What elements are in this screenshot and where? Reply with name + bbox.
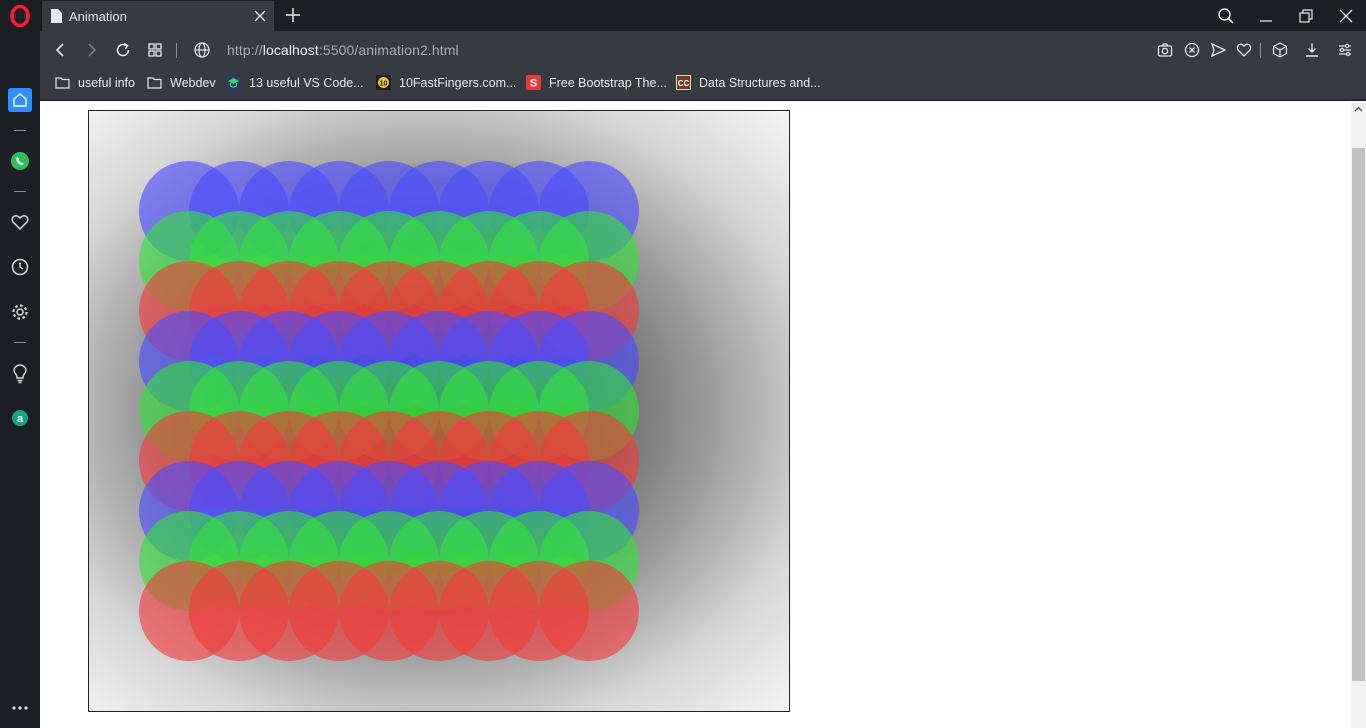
reload-icon[interactable] [114, 41, 132, 59]
svg-text:a: a [17, 413, 24, 425]
tab-title: Animation [69, 8, 127, 24]
cc-logo-icon: CC [676, 75, 691, 90]
bookmark-vscode[interactable]: 13 useful VS Code... [226, 75, 364, 90]
speed-dial-icon[interactable] [146, 41, 164, 59]
animation-canvas[interactable] [88, 110, 790, 712]
tab-animation[interactable]: Animation [42, 1, 274, 31]
page-viewport [40, 101, 1366, 728]
url-field[interactable]: http://localhost:5500/animation2.html [227, 42, 459, 58]
back-icon[interactable] [52, 41, 70, 59]
heart-icon[interactable] [8, 210, 32, 234]
url-scheme: http:// [227, 42, 263, 58]
folder-icon [55, 77, 70, 89]
sidebar: a [0, 0, 40, 728]
close-tab-icon[interactable] [252, 8, 268, 24]
vertical-scrollbar[interactable] [1351, 101, 1366, 728]
more-icon[interactable] [8, 696, 32, 720]
minimize-icon[interactable] [1246, 0, 1286, 31]
bookmark-label: useful info [78, 75, 135, 90]
bookmark-useful-info[interactable]: useful info [55, 75, 135, 90]
circle [539, 561, 639, 661]
new-tab-icon[interactable] [284, 6, 302, 24]
globe-icon[interactable] [193, 41, 211, 59]
home-icon[interactable] [8, 88, 32, 112]
url-path: :5500/animation2.html [318, 42, 459, 58]
toolbar-divider [1260, 43, 1261, 58]
svg-text:10: 10 [380, 81, 388, 88]
sidebar-divider [14, 130, 26, 131]
page-icon [51, 9, 62, 23]
camera-icon[interactable] [1157, 42, 1173, 58]
bookmark-data-structures[interactable]: CC Data Structures and... [676, 75, 821, 90]
easy-setup-icon[interactable] [1337, 42, 1353, 58]
download-icon[interactable] [1304, 42, 1320, 58]
bookmark-free-bootstrap[interactable]: S Free Bootstrap The... [526, 75, 667, 90]
address-bar: http://localhost:5500/animation2.html [40, 31, 1366, 69]
opera-logo-icon[interactable] [8, 4, 32, 28]
bookmark-webdev[interactable]: Webdev [147, 75, 216, 90]
bookmark-label: 10FastFingers.com... [399, 75, 517, 90]
scrollbar-thumb[interactable] [1352, 148, 1365, 681]
s-logo-icon: S [526, 75, 541, 90]
address-divider [176, 43, 177, 58]
sidebar-divider [14, 342, 26, 343]
aria-icon[interactable]: a [8, 406, 32, 430]
svg-text:CC: CC [678, 79, 690, 88]
graduation-cap-icon [226, 75, 241, 90]
settings-icon[interactable] [8, 300, 32, 324]
bookmark-label: Free Bootstrap The... [549, 75, 667, 90]
bookmarks-bar: useful info Webdev 13 useful VS Code... … [40, 69, 1366, 100]
bookmark-10fastfingers[interactable]: 10 10FastFingers.com... [376, 75, 516, 90]
forward-icon[interactable] [82, 41, 100, 59]
keyboard-badge-icon: 10 [376, 75, 391, 90]
scroll-down-arrow[interactable] [1351, 712, 1366, 728]
bookmark-heart-icon[interactable] [1236, 42, 1252, 58]
bookmark-label: Data Structures and... [699, 75, 821, 90]
whatsapp-icon[interactable] [8, 149, 32, 173]
restore-icon[interactable] [1286, 0, 1326, 31]
close-window-icon[interactable] [1326, 0, 1366, 31]
sidebar-divider [14, 191, 26, 192]
bookmark-label: 13 useful VS Code... [249, 75, 364, 90]
ad-block-icon[interactable] [1184, 42, 1200, 58]
circle-grid [139, 161, 639, 661]
svg-text:S: S [530, 78, 537, 90]
bookmark-label: Webdev [170, 75, 216, 90]
url-host: localhost [262, 42, 319, 58]
folder-icon [147, 77, 162, 89]
history-icon[interactable] [8, 255, 32, 279]
extensions-cube-icon[interactable] [1272, 42, 1288, 58]
tab-strip: Animation [40, 0, 1366, 31]
lightbulb-icon[interactable] [8, 362, 32, 386]
send-icon[interactable] [1210, 42, 1226, 58]
search-tabs-icon[interactable] [1206, 0, 1246, 31]
scroll-up-icon[interactable] [1351, 101, 1366, 117]
